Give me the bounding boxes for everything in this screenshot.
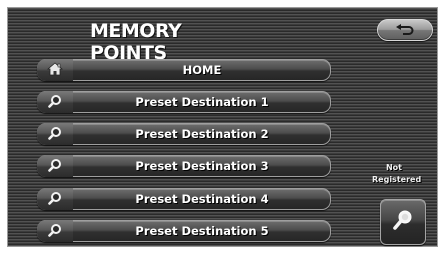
menu-item-label: Preset Destination 3 xyxy=(135,159,269,173)
magnifier-icon xyxy=(48,222,62,241)
home-icon xyxy=(46,61,64,80)
menu-item-label: Preset Destination 5 xyxy=(135,224,269,238)
magnifier-icon-cap xyxy=(37,220,73,242)
magnifier-icon-cap xyxy=(37,91,73,113)
page-title: MEMORY POINTS xyxy=(90,20,182,64)
preset-destination-1-button[interactable]: Preset Destination 1 xyxy=(37,91,331,113)
home-button[interactable]: HOME xyxy=(37,59,331,81)
magnifier-icon-cap xyxy=(37,123,73,145)
status-line-2: Registered xyxy=(372,175,422,184)
return-arrow-icon xyxy=(394,24,416,36)
preset-destination-2-button[interactable]: Preset Destination 2 xyxy=(37,123,331,145)
menu-item-label: Preset Destination 1 xyxy=(135,95,269,109)
magnifier-icon xyxy=(48,125,62,144)
menu-item-label: HOME xyxy=(182,63,222,77)
registration-status: Not Registered xyxy=(372,162,422,186)
back-button[interactable] xyxy=(377,19,433,41)
memory-points-screen: MEMORY POINTS HOME Preset Destination 1 … xyxy=(7,7,438,247)
magnifier-icon-cap xyxy=(37,155,73,177)
magnifier-icon-cap xyxy=(37,188,73,210)
status-line-1: Not xyxy=(385,163,402,172)
preset-destination-4-button[interactable]: Preset Destination 4 xyxy=(37,188,331,210)
menu-item-label: Preset Destination 4 xyxy=(135,192,269,206)
preset-destination-3-button[interactable]: Preset Destination 3 xyxy=(37,155,331,177)
preset-destination-5-button[interactable]: Preset Destination 5 xyxy=(37,220,331,242)
magnifier-icon xyxy=(48,157,62,176)
menu-item-label: Preset Destination 2 xyxy=(135,127,269,141)
search-button[interactable] xyxy=(380,199,426,245)
home-icon-cap xyxy=(37,59,73,81)
magnifier-icon xyxy=(48,93,62,112)
magnifier-icon xyxy=(48,190,62,209)
magnifier-icon xyxy=(392,208,414,236)
